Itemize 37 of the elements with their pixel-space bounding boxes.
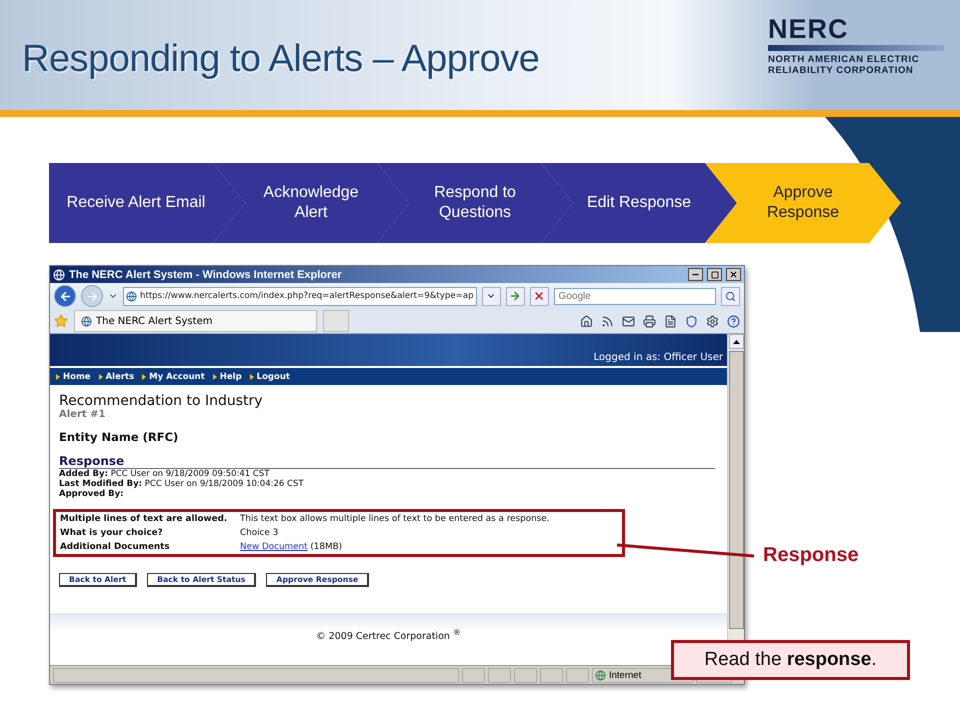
security-zone: Internet [609, 670, 642, 680]
nav-link[interactable]: My Account [142, 372, 205, 382]
nav-link[interactable]: Home [56, 372, 91, 382]
entity-name: Entity Name (RFC) [59, 430, 180, 444]
page-heading: Recommendation to Industry [59, 393, 264, 409]
window-title: The NERC Alert System - Windows Internet Explorer [69, 268, 343, 280]
meta-label: Approved By: [59, 489, 124, 499]
answer-text: Choice 3 [240, 528, 278, 538]
tab-title: The NERC Alert System [96, 316, 212, 326]
search-field[interactable]: Google [554, 288, 716, 304]
login-status: Logged in as: Officer User [594, 352, 723, 363]
address-text: https://www.nercalerts.com/index.php?req=alertResponse&alert=9&type=ap [140, 291, 474, 301]
answer-text: (18MB) [310, 542, 342, 552]
section-heading: Response [59, 454, 715, 469]
question-label: Additional Documents [60, 542, 171, 552]
logo-tagline: NORTH AMERICAN ELECTRIC [768, 54, 920, 65]
copyright-text: © 2009 Certrec Corporation $^{®}$ [316, 628, 461, 643]
document-link[interactable]: New Document [240, 542, 308, 552]
answer-text: This text box allows multiple lines of text to be entered as a response. [240, 514, 550, 524]
question-label: Multiple lines of text are allowed. [60, 514, 228, 524]
alert-number: Alert #1 [59, 409, 106, 420]
nav-link[interactable]: Logout [250, 372, 290, 382]
process-step: Receive Alert Email [49, 163, 245, 243]
instruction-tooltip: Read the response. [671, 640, 910, 680]
slide-title: Responding to Alerts – Approve [22, 38, 540, 82]
nav-link[interactable]: Help [212, 372, 242, 382]
question-label: What is your choice? [60, 528, 164, 538]
meta-label: Last Modified By: [59, 479, 142, 489]
logo-tagline: RELIABILITY CORPORATION [768, 65, 914, 76]
meta-value: PCC User on 9/18/2009 10:04:26 CST [144, 479, 304, 489]
meta-value: PCC User on 9/18/2009 09:50:41 CST [110, 469, 270, 479]
browser-tab[interactable]: The NERC Alert System [74, 310, 317, 332]
meta-label: Added By: [59, 469, 108, 479]
callout-label: Response [763, 544, 859, 567]
nav-link[interactable]: Alerts [98, 372, 134, 382]
logo-name: NERC [768, 16, 850, 43]
address-field[interactable]: https://www.nercalerts.com/index.php?req=alertResponse&alert=9&type=ap [123, 286, 477, 306]
